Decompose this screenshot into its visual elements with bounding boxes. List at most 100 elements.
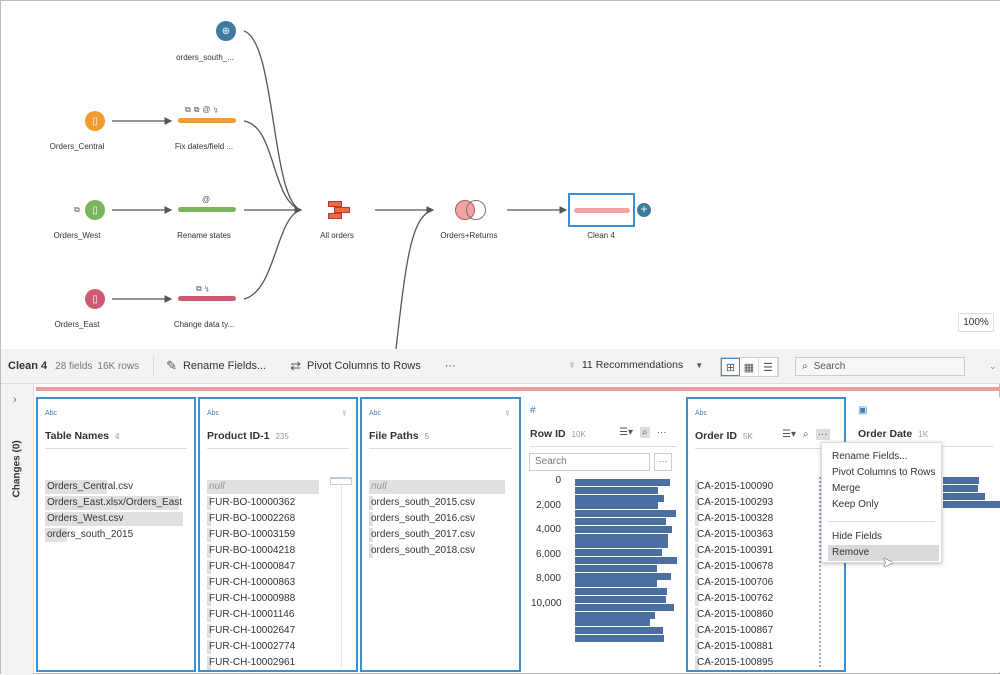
- histogram-bar[interactable]: [575, 619, 651, 627]
- value-item[interactable]: CA-2015-100762: [695, 591, 773, 607]
- profile-card-row-id[interactable]: # Row ID 10K ☰▾ ⌕ ··· Search ··· 0 2,000 4,…: [523, 397, 684, 672]
- zoom-level[interactable]: 100%: [958, 313, 994, 332]
- value-item[interactable]: CA-2015-100293: [695, 495, 773, 511]
- histogram-bar[interactable]: [575, 502, 658, 510]
- value-item[interactable]: CA-2015-100867: [695, 623, 773, 639]
- more-icon[interactable]: ···: [657, 427, 667, 438]
- rename-states-clean-node[interactable]: [178, 207, 236, 212]
- histogram-bar[interactable]: [943, 477, 979, 484]
- orders-west-node-icon[interactable]: ▯: [85, 200, 105, 220]
- more-options-button[interactable]: ···: [445, 360, 456, 372]
- recommendations-button[interactable]: ♀ 11 Recommendations ▼: [568, 359, 703, 371]
- histogram-bar[interactable]: [575, 486, 658, 494]
- histogram-bar[interactable]: [943, 501, 1000, 508]
- lightbulb-icon[interactable]: ♀: [504, 408, 512, 419]
- histogram-bar[interactable]: [575, 533, 668, 541]
- value-item[interactable]: orders_south_2016.csv: [369, 511, 475, 527]
- histogram-bar[interactable]: [575, 627, 663, 635]
- histogram-bar[interactable]: [575, 611, 655, 619]
- search-icon[interactable]: ⌕: [803, 429, 809, 440]
- histogram-bar[interactable]: [575, 635, 664, 642]
- value-item[interactable]: orders_south_2017.csv: [369, 527, 475, 543]
- value-item[interactable]: CA-2015-100678: [695, 559, 773, 575]
- clean4-node-selected[interactable]: [568, 193, 635, 227]
- change-types-clean-node[interactable]: [178, 296, 236, 301]
- value-item[interactable]: CA-2015-100706: [695, 575, 773, 591]
- value-item[interactable]: CA-2015-100391: [695, 543, 773, 559]
- value-item[interactable]: Orders_Central.csv: [45, 479, 182, 495]
- value-item[interactable]: CA-2015-100363: [695, 527, 773, 543]
- fix-dates-clean-node[interactable]: [178, 118, 236, 123]
- histogram-bar[interactable]: [575, 549, 662, 557]
- search-icon[interactable]: ⌕: [639, 427, 650, 438]
- profile-card-file-paths[interactable]: Abc ♀ File Paths 5 null orders_south_2015.…: [360, 397, 521, 672]
- more-icon[interactable]: ···: [815, 429, 830, 440]
- histogram-bar[interactable]: [575, 557, 677, 564]
- histogram-bar[interactable]: [575, 572, 671, 580]
- value-item[interactable]: FUR-BO-10002268: [207, 511, 295, 527]
- value-item[interactable]: Orders_West.csv: [45, 511, 183, 527]
- value-item[interactable]: null: [207, 479, 319, 495]
- value-item[interactable]: FUR-BO-10003159: [207, 527, 295, 543]
- histogram-bar[interactable]: [575, 588, 667, 596]
- flow-canvas[interactable]: ⊕ orders_south_... ▯ Orders_Central ⧉ ▯ …: [1, 1, 1000, 349]
- scroll-thumb[interactable]: [330, 477, 352, 485]
- menu-item-rename-fields[interactable]: Rename Fields...: [828, 449, 939, 465]
- value-item[interactable]: CA-2015-100895: [695, 655, 773, 671]
- lightbulb-icon[interactable]: ♀: [341, 408, 349, 419]
- add-step-button[interactable]: +: [637, 203, 651, 217]
- histogram-bar[interactable]: [575, 479, 670, 486]
- histogram-bar[interactable]: [575, 510, 676, 518]
- sort-icon[interactable]: ☰▾: [619, 427, 633, 438]
- value-item[interactable]: FUR-CH-10002647: [207, 623, 295, 639]
- orders-east-node-icon[interactable]: ▯: [85, 289, 105, 309]
- menu-item-hide-fields[interactable]: Hide Fields: [828, 529, 939, 545]
- changes-panel[interactable]: › Changes (0): [1, 384, 34, 675]
- histogram-bar[interactable]: [943, 485, 978, 492]
- profile-card-table-names[interactable]: Abc Table Names 4 Orders_Central.csv Order…: [36, 397, 196, 672]
- histogram-bar[interactable]: [943, 493, 985, 500]
- union-node-icon[interactable]: [328, 201, 350, 219]
- chevron-right-icon[interactable]: ›: [13, 394, 17, 406]
- value-item[interactable]: FUR-CH-10002774: [207, 639, 295, 655]
- value-item[interactable]: FUR-CH-10002961: [207, 655, 295, 671]
- histogram-bar[interactable]: [575, 580, 657, 588]
- histogram-bar[interactable]: [575, 494, 664, 502]
- menu-item-merge[interactable]: Merge: [828, 481, 939, 497]
- profile-card-product-id[interactable]: Abc ♀ Product ID-1 235 null FUR-BO-1000036…: [198, 397, 358, 672]
- sort-icon[interactable]: ☰▾: [782, 429, 796, 440]
- value-item[interactable]: null: [369, 479, 505, 495]
- orders-central-node-icon[interactable]: ▯: [85, 111, 105, 131]
- more-icon[interactable]: ···: [654, 453, 672, 471]
- menu-item-keep-only[interactable]: Keep Only: [828, 497, 939, 513]
- chevron-down-icon[interactable]: ⌄: [989, 361, 997, 372]
- value-item[interactable]: FUR-CH-10001146: [207, 607, 295, 623]
- value-item[interactable]: FUR-CH-10000988: [207, 591, 295, 607]
- table-view-icon[interactable]: ▦: [740, 358, 759, 376]
- list-view-icon[interactable]: ☰: [759, 358, 778, 376]
- histogram-bar[interactable]: [575, 541, 668, 549]
- value-item[interactable]: CA-2015-100090: [695, 479, 773, 495]
- orders-south-node-icon[interactable]: ⊕: [216, 21, 236, 41]
- rename-fields-button[interactable]: ✎ Rename Fields...: [166, 358, 266, 374]
- value-item[interactable]: FUR-CH-10000863: [207, 575, 295, 591]
- value-item[interactable]: orders_south_2015: [45, 527, 182, 543]
- value-item[interactable]: Orders_East.xlsx/Orders_East: [45, 495, 182, 511]
- value-item[interactable]: CA-2015-100881: [695, 639, 773, 655]
- profile-view-icon[interactable]: ⊞: [721, 358, 740, 376]
- value-item[interactable]: orders_south_2015.csv: [369, 495, 475, 511]
- histogram-bar[interactable]: [575, 518, 666, 525]
- search-input[interactable]: ⌕ Search: [795, 357, 965, 376]
- histogram-bar[interactable]: [575, 603, 674, 611]
- pivot-button[interactable]: ⇄ Pivot Columns to Rows: [290, 358, 421, 374]
- menu-item-pivot[interactable]: Pivot Columns to Rows: [828, 465, 939, 481]
- value-item[interactable]: CA-2015-100328: [695, 511, 773, 527]
- value-item[interactable]: FUR-CH-10000847: [207, 559, 295, 575]
- histogram-bar[interactable]: [575, 525, 672, 533]
- value-item[interactable]: FUR-BO-10000362: [207, 495, 295, 511]
- value-item[interactable]: FUR-BO-10004218: [207, 543, 295, 559]
- histogram-bar[interactable]: [575, 596, 666, 603]
- histogram-bar[interactable]: [575, 564, 657, 572]
- value-item[interactable]: CA-2015-100860: [695, 607, 773, 623]
- value-item[interactable]: orders_south_2018.csv: [369, 543, 475, 559]
